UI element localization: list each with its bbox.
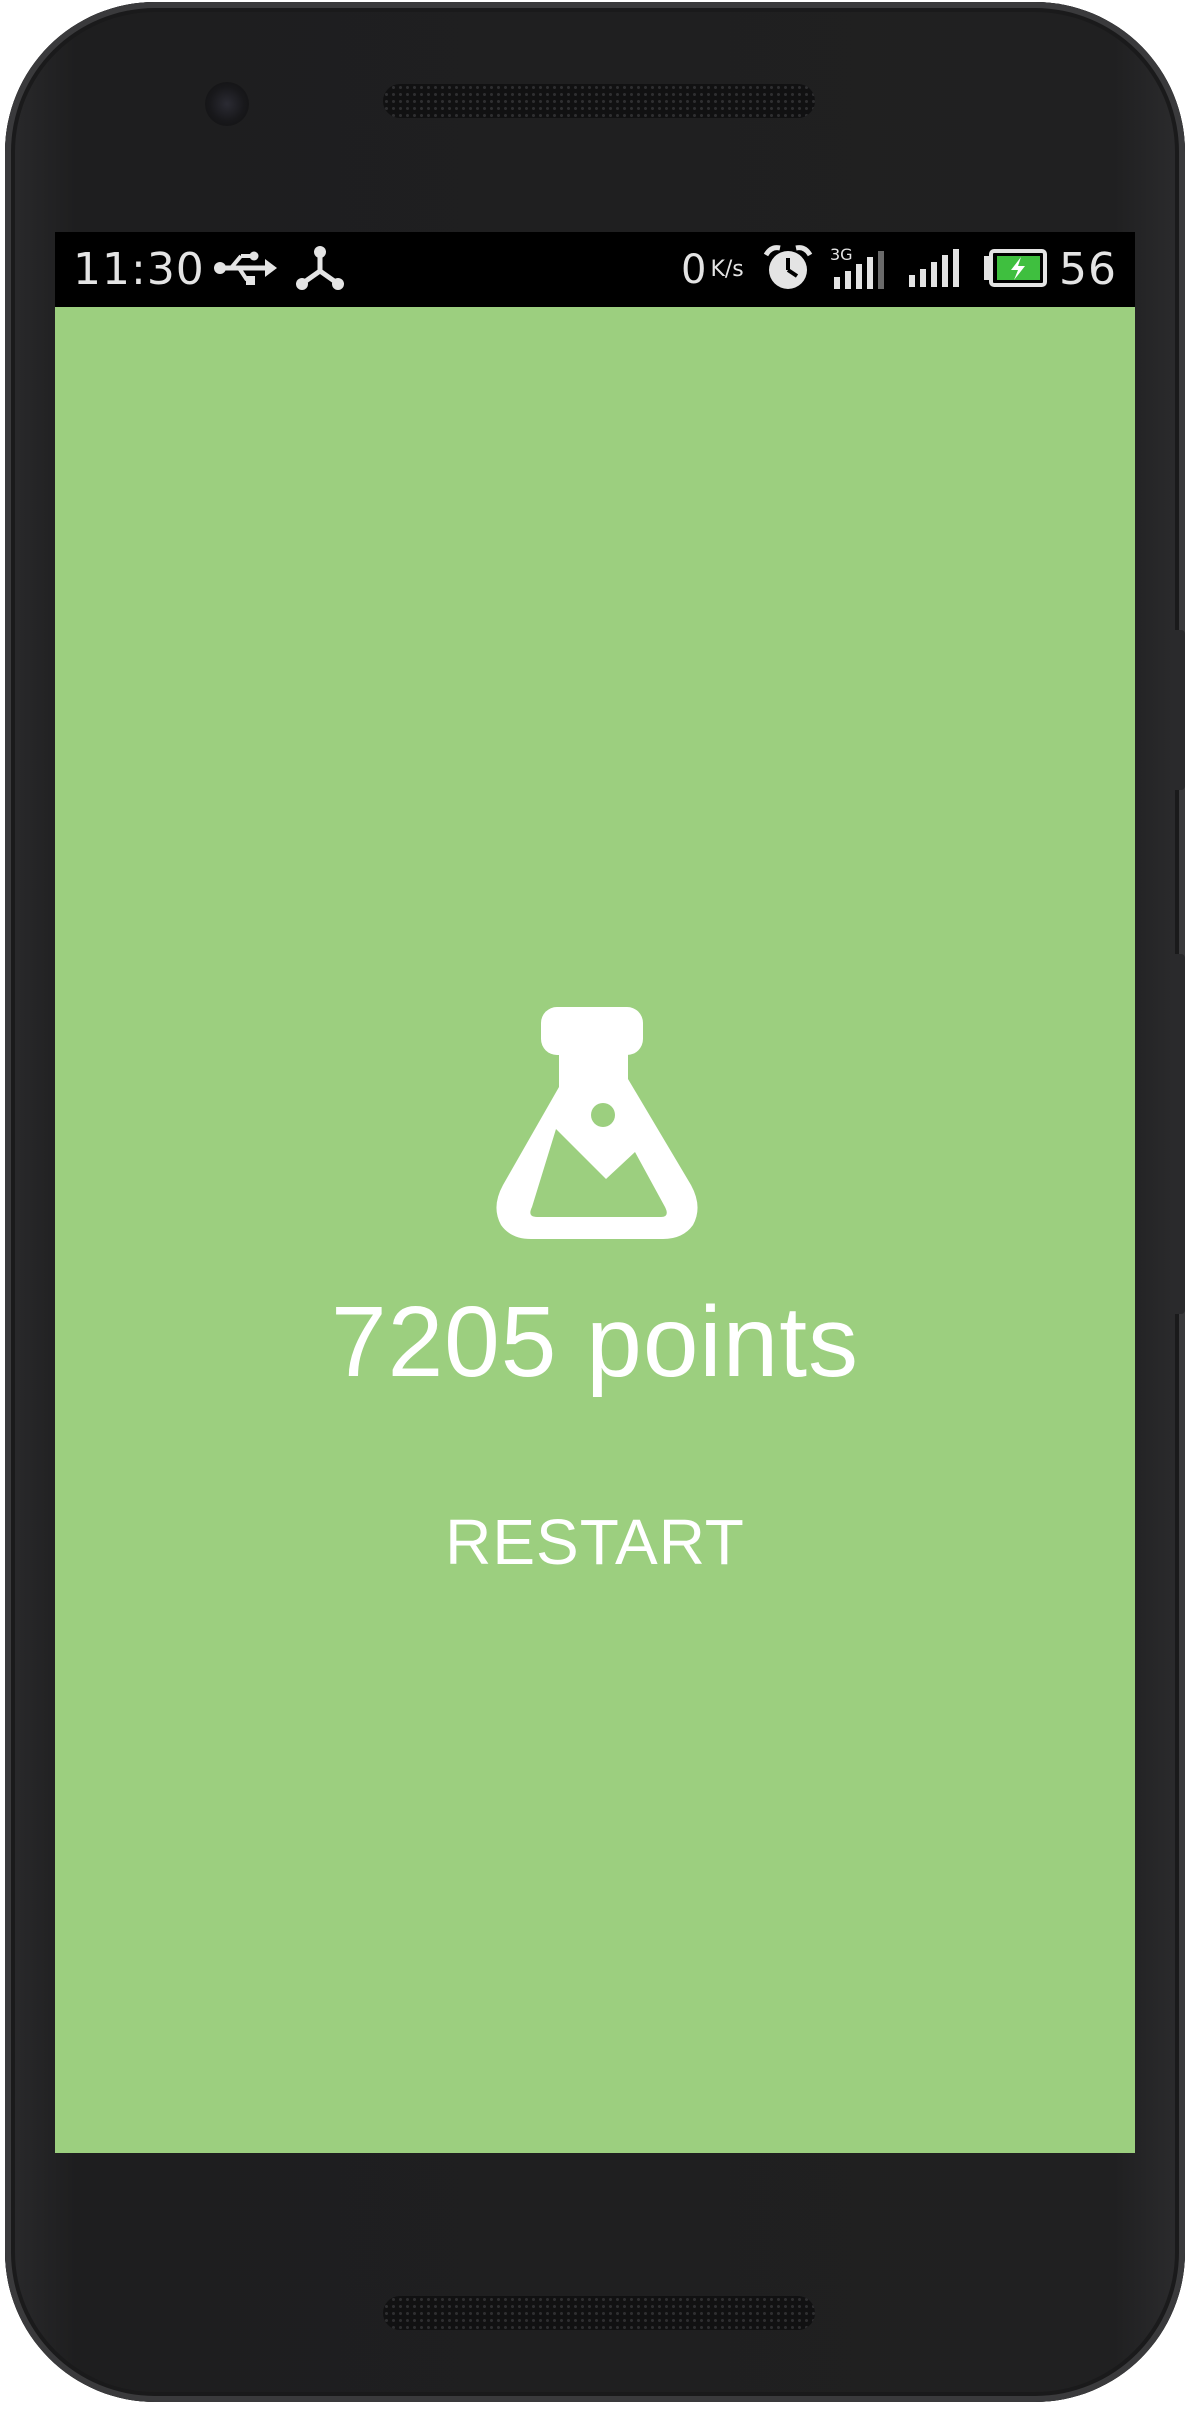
front-camera: [205, 82, 249, 126]
battery-charging-icon: [983, 248, 1047, 292]
alarm-clock-icon: [763, 244, 813, 296]
score-text: 7205 points: [330, 1286, 860, 1398]
volume-button: [1171, 630, 1185, 790]
battery-level: 56: [1059, 244, 1117, 295]
game-over-screen: 7205 points RESTART: [55, 307, 1135, 2153]
status-bar: 11:30 0 K/s 3G 56: [55, 232, 1135, 307]
restart-button[interactable]: RESTART: [445, 1497, 745, 1587]
signal-3g-icon: 3G: [830, 246, 888, 293]
signal-icon: [905, 245, 963, 295]
top-speaker-grille: [383, 84, 815, 118]
net-speed-unit: K/s: [710, 257, 744, 282]
screen: 11:30 0 K/s 3G 56 7205 points RESTART: [55, 232, 1135, 2153]
power-button: [1171, 954, 1185, 1314]
share-icon: [295, 245, 345, 295]
flask-icon: [483, 1007, 711, 1250]
net-speed-value: 0: [681, 246, 707, 293]
bottom-speaker-grille: [383, 2296, 815, 2330]
usb-icon: [213, 248, 277, 292]
status-time: 11:30: [73, 244, 205, 295]
